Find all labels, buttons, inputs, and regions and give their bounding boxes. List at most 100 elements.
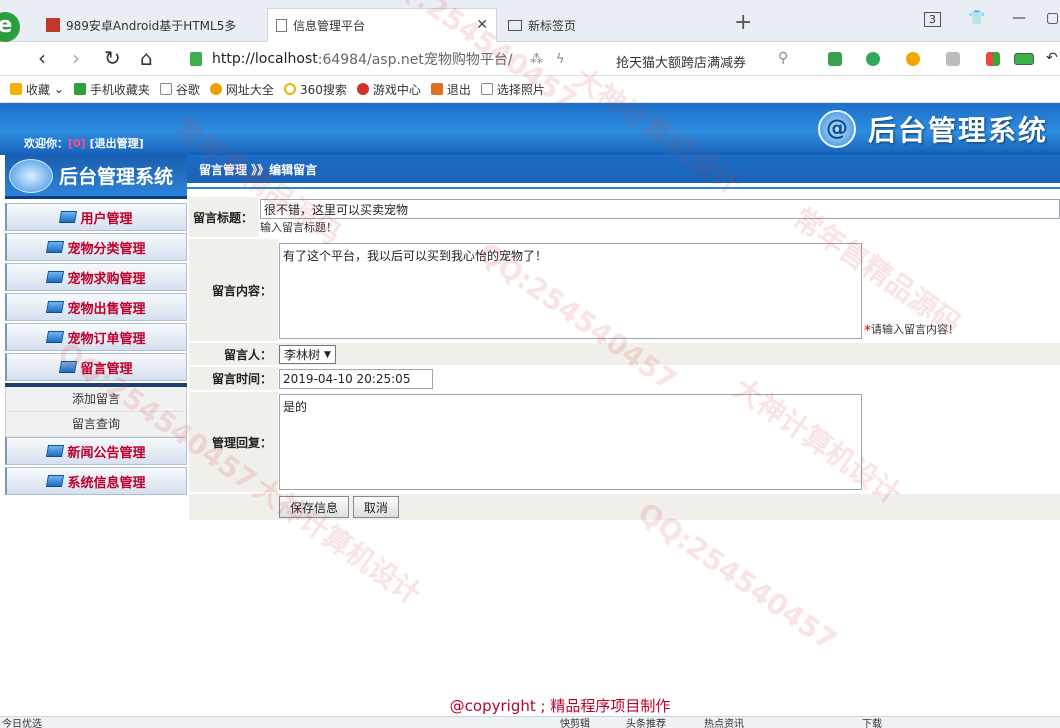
new-tab-page-icon <box>508 19 522 31</box>
reply-label: 管理回复： <box>211 435 272 450</box>
title-input[interactable] <box>260 199 1060 219</box>
favorite-item[interactable]: 网址大全 <box>209 81 274 98</box>
menu-pet-sale[interactable]: 宠物出售管理 <box>5 293 187 321</box>
favorite-item[interactable]: 谷歌 <box>159 81 200 98</box>
admin-banner: 欢迎你：[0] [退出管理] @ 后台管理系统 <box>0 103 1060 155</box>
menu-folder-icon <box>46 475 65 487</box>
menu-pet-category[interactable]: 宠物分类管理 <box>5 233 187 261</box>
close-tab-icon[interactable]: ✕ <box>476 17 488 33</box>
menu-folder-icon <box>46 331 65 343</box>
exit-icon <box>430 83 443 95</box>
refresh-icon[interactable]: ↻ <box>104 46 121 70</box>
menu-folder-icon <box>59 211 78 223</box>
favorite-item[interactable]: 360搜索 <box>283 81 347 98</box>
favorite-label: 收藏 <box>26 82 51 97</box>
favorite-label: 网址大全 <box>225 82 274 97</box>
status-item[interactable]: 热点资讯 <box>704 715 744 728</box>
breadcrumb-divider <box>187 183 1060 189</box>
scissors-icon[interactable] <box>828 52 842 66</box>
content-textarea[interactable]: 有了这个平台，我以后可以买到我心怡的宠物了！ <box>279 243 862 339</box>
required-mark: * <box>864 323 871 339</box>
browser-tab-active[interactable]: 信息管理平台 ✕ <box>267 8 497 42</box>
home-icon[interactable]: ⌂ <box>140 46 153 70</box>
minimize-icon[interactable]: — <box>1012 10 1026 26</box>
menu-label: 宠物求购管理 <box>67 271 146 287</box>
favorite-item[interactable]: 手机收藏夹 <box>73 81 150 98</box>
sidebar-header: 后台管理系统 <box>5 155 187 199</box>
tab-label: 新标签页 <box>528 18 577 33</box>
site-favicon-icon <box>46 18 60 32</box>
cancel-button[interactable]: 取消 <box>352 496 399 518</box>
menu-user-management[interactable]: 用户管理 <box>5 203 187 231</box>
sidebar-title: 后台管理系统 <box>59 166 174 188</box>
security-shield-icon <box>190 52 202 66</box>
submenu-query-message[interactable]: 留言查询 <box>6 412 186 437</box>
breadcrumb: 留言管理 》》编辑留言 <box>187 155 1060 183</box>
shirt-skin-icon[interactable]: 👕 <box>968 10 985 26</box>
url-path: :64984/asp.net宠物购物平台/ <box>317 52 513 68</box>
sidebar-menu: 用户管理 宠物分类管理 宠物求购管理 宠物出售管理 宠物订单管理 留言管理 添加… <box>5 203 187 497</box>
reply-textarea[interactable]: 是的 <box>279 394 862 490</box>
title-hint: 输入留言标题！ <box>260 221 337 234</box>
tab-label: 989安卓Android基于HTML5多 <box>66 18 237 33</box>
coin-icon[interactable] <box>906 52 920 66</box>
image-icon[interactable] <box>946 52 960 66</box>
maximize-icon[interactable]: ▢ <box>1046 10 1059 26</box>
system-brand: @ 后台管理系统 <box>818 109 1048 149</box>
actions-spacer <box>189 494 278 520</box>
menu-news[interactable]: 新闻公告管理 <box>5 437 187 465</box>
welcome-prefix: 欢迎你： <box>24 137 68 150</box>
menu-pet-orders[interactable]: 宠物订单管理 <box>5 323 187 351</box>
status-item[interactable]: 快剪辑 <box>560 715 590 728</box>
favorite-label: 谷歌 <box>175 82 200 97</box>
back-icon[interactable]: ‹ <box>38 46 46 70</box>
form-row-actions: 保存信息 取消 <box>189 494 1060 522</box>
form-row-author: 留言人： 李林树 ▼ <box>189 343 1060 367</box>
favorite-label: 游戏中心 <box>372 82 421 97</box>
grid-icon[interactable]: ⁂ <box>530 52 543 67</box>
messages-submenu: 添加留言 留言查询 <box>5 387 187 437</box>
search-360-icon <box>283 83 296 95</box>
submenu-add-message[interactable]: 添加留言 <box>6 387 186 412</box>
favorite-item[interactable]: 收藏 ⌄ <box>10 81 64 98</box>
address-bar: ‹ › ↻ ⌂ http://localhost :64984/asp.net宠… <box>0 42 1060 76</box>
favorite-item[interactable]: 选择照片 <box>480 81 545 98</box>
author-select[interactable]: 李林树 ▼ <box>279 345 336 364</box>
search-icon[interactable]: ⚲ <box>778 50 788 66</box>
star-icon <box>10 83 22 95</box>
dropdown-arrow-icon: ▼ <box>324 349 331 360</box>
menu-system-info[interactable]: 系统信息管理 <box>5 467 187 495</box>
system-title: 后台管理系统 <box>868 114 1049 147</box>
translate-icon[interactable] <box>866 52 880 66</box>
browser-tab-bar: e 989安卓Android基于HTML5多 信息管理平台 ✕ 新标签页 + 3… <box>0 0 1060 42</box>
undo-icon[interactable]: ↶ <box>1046 50 1058 66</box>
copyright-text: @copyright ; 精品程序项目制作 <box>449 697 671 715</box>
status-item[interactable]: 下载 <box>862 715 882 728</box>
save-button[interactable]: 保存信息 <box>279 496 350 518</box>
new-tab-button[interactable]: + <box>734 10 752 35</box>
favorite-item[interactable]: 退出 <box>430 81 471 98</box>
favorite-item[interactable]: 游戏中心 <box>356 81 421 98</box>
time-label: 留言时间： <box>211 372 272 386</box>
url-host: http://localhost <box>212 51 318 67</box>
promo-link[interactable]: 抢天猫大额跨店满减券 <box>616 52 746 71</box>
sidebar-logo-icon <box>9 158 53 193</box>
form-row-reply: 管理回复： 是的 <box>189 392 1060 494</box>
lightning-icon[interactable]: ϟ <box>556 52 565 67</box>
menu-pet-wanted[interactable]: 宠物求购管理 <box>5 263 187 291</box>
logout-link[interactable]: [退出管理] <box>90 137 144 150</box>
time-input[interactable] <box>279 369 433 389</box>
status-left[interactable]: 今日优选 <box>2 715 42 728</box>
browser-tab[interactable]: 989安卓Android基于HTML5多 <box>38 8 266 42</box>
status-item[interactable]: 头条推荐 <box>626 715 666 728</box>
tab-count-badge[interactable]: 3 <box>924 12 941 27</box>
browser-tab[interactable]: 新标签页 <box>500 8 720 42</box>
forward-icon[interactable]: › <box>72 46 80 70</box>
battery-icon[interactable] <box>1014 53 1034 65</box>
menu-messages[interactable]: 留言管理 <box>5 353 187 381</box>
menu-label: 宠物订单管理 <box>67 331 146 347</box>
menu-label: 留言管理 <box>80 361 133 377</box>
form-row-time: 留言时间： <box>189 367 1060 392</box>
author-label: 留言人： <box>223 347 272 362</box>
apps-icon[interactable] <box>986 52 1000 66</box>
